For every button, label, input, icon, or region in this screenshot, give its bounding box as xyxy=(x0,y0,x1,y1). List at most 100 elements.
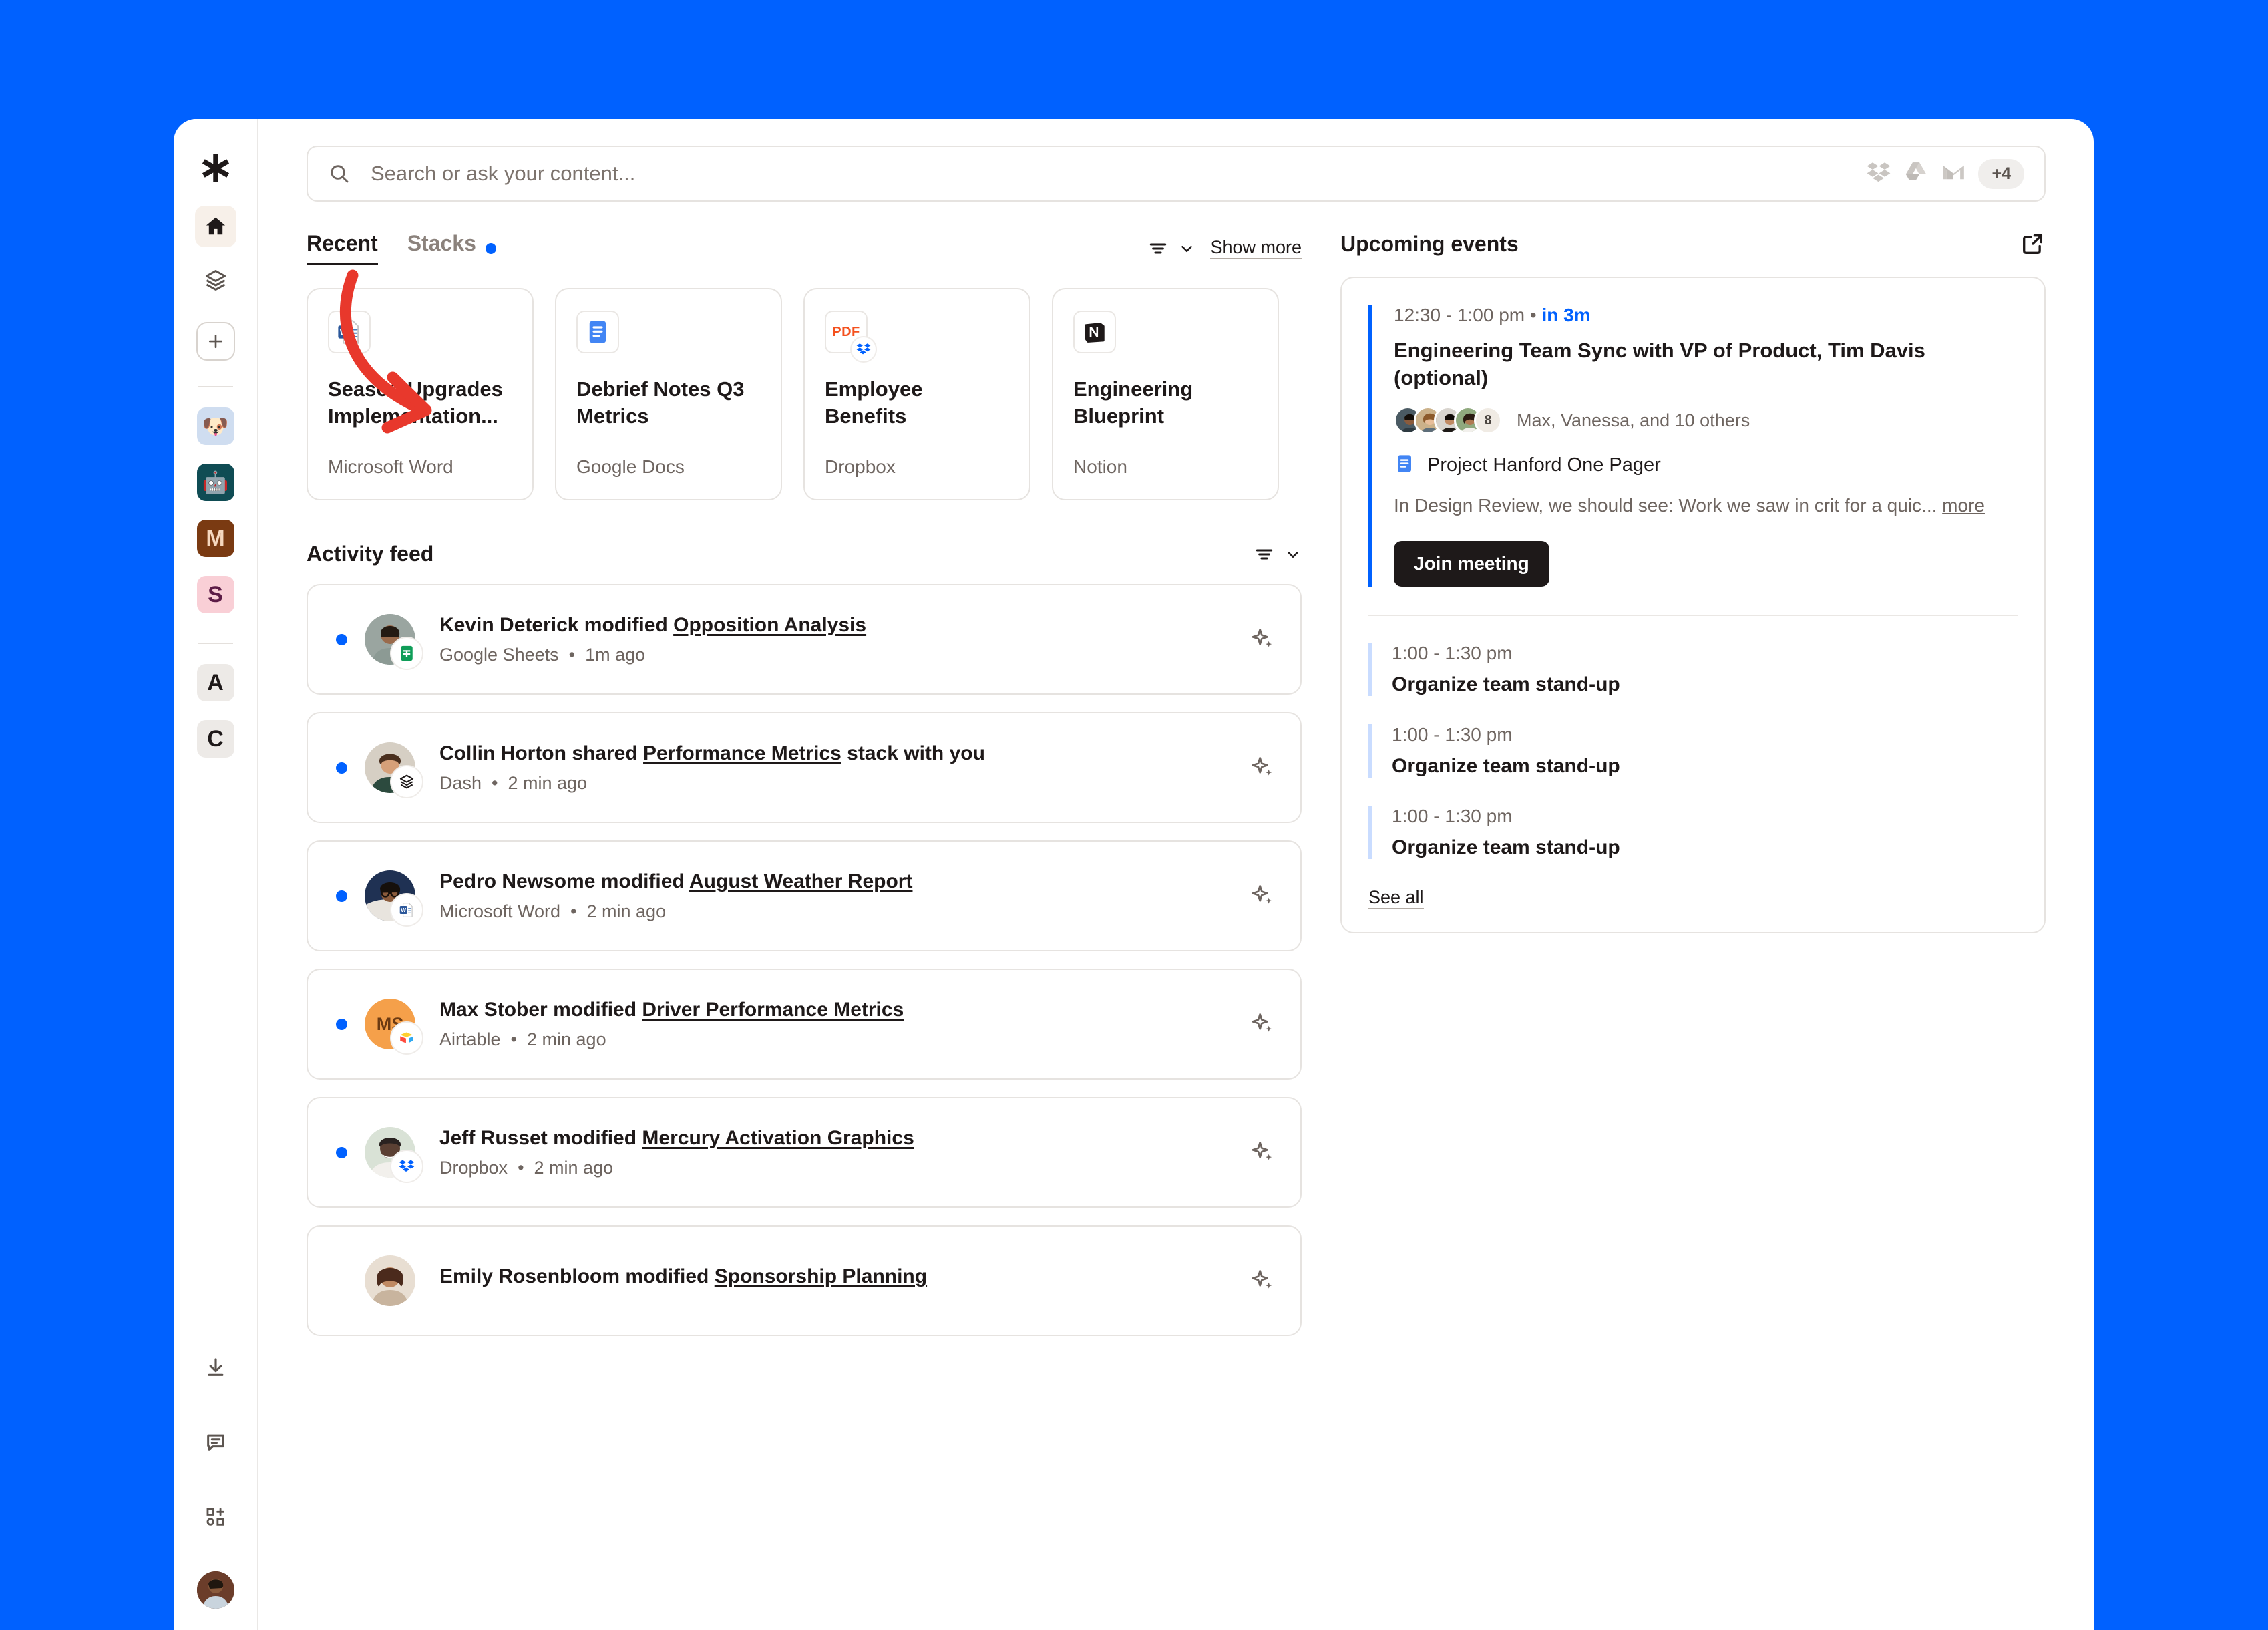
search-bar[interactable]: +4 xyxy=(307,146,2046,202)
dropbox-icon[interactable] xyxy=(1866,160,1891,188)
sidebar-item-home[interactable] xyxy=(194,206,236,247)
activity-text: Kevin Deterick modified Opposition Analy… xyxy=(439,614,1236,665)
gmail-icon[interactable] xyxy=(1941,160,1966,188)
sidebar-bottom-group xyxy=(195,1347,236,1630)
activity-feed-header: Activity feed xyxy=(307,542,1302,566)
unread-dot xyxy=(336,762,347,774)
google-drive-icon[interactable] xyxy=(1903,160,1929,188)
recent-card-title: Engineering Blueprint xyxy=(1073,377,1193,428)
tab-recent[interactable]: Recent xyxy=(307,231,378,265)
activity-headline: Kevin Deterick modified Opposition Analy… xyxy=(439,613,867,636)
sidebar-app-m[interactable]: M xyxy=(196,520,234,557)
see-all-link[interactable]: See all xyxy=(1368,887,1424,910)
recent-card[interactable]: W Season Upgrades Implementation... Micr… xyxy=(307,288,534,500)
left-column: Recent Stacks Show more W Season Upgrade… xyxy=(307,231,1302,1353)
events-panel: 12:30 - 1:00 pm • in 3m Engineering Team… xyxy=(1340,277,2046,934)
search-icon xyxy=(328,162,351,185)
activity-headline: Collin Horton shared Performance Metrics… xyxy=(439,742,985,764)
recent-card[interactable]: PDF Employee Benefits Dropbox xyxy=(803,288,1030,500)
activity-object-link[interactable]: August Weather Report xyxy=(689,870,912,892)
activity-row[interactable]: Jeff Russet modified Mercury Activation … xyxy=(307,1097,1302,1208)
recent-filter-button[interactable] xyxy=(1147,238,1195,259)
event-item-name: Organize team stand-up xyxy=(1392,836,1620,859)
unread-dot xyxy=(336,890,347,902)
stacks-new-dot xyxy=(485,242,496,254)
activity-row[interactable]: MS Max Stober modified Driver Performanc… xyxy=(307,969,1302,1080)
activity-row[interactable]: Kevin Deterick modified Opposition Analy… xyxy=(307,584,1302,695)
sidebar-app-s[interactable]: S xyxy=(196,576,234,613)
pdf-icon: PDF xyxy=(825,311,877,363)
tab-stacks[interactable]: Stacks xyxy=(407,231,476,263)
main-area: +4 Recent Stacks xyxy=(258,119,2094,1630)
activity-object-link[interactable]: Mercury Activation Graphics xyxy=(642,1127,914,1149)
chevron-down-icon xyxy=(1288,551,1298,558)
activity-text: Pedro Newsome modified August Weather Re… xyxy=(439,870,1236,922)
svg-text:W: W xyxy=(340,327,349,337)
sidebar-add-button[interactable] xyxy=(196,322,235,361)
activity-object-link[interactable]: Performance Metrics xyxy=(643,742,841,764)
sparkle-ai-icon[interactable] xyxy=(1250,626,1276,653)
activity-filter-button[interactable] xyxy=(1254,544,1302,565)
event-item-name: Organize team stand-up xyxy=(1392,755,1620,778)
events-header: Upcoming events xyxy=(1340,231,2046,257)
events-title: Upcoming events xyxy=(1340,231,1519,256)
featured-event-doc[interactable]: Project Hanford One Pager xyxy=(1394,453,2018,478)
activity-meta: Airtable • 2 min ago xyxy=(439,1029,606,1049)
featured-event-title: Engineering Team Sync with VP of Product… xyxy=(1394,339,1925,390)
dropbox-icon xyxy=(850,336,877,363)
attendee-avatars: 8 xyxy=(1394,406,1502,435)
featured-event-attendees: 8 Max, Vanessa, and 10 others xyxy=(1394,406,2018,435)
recent-card-source: Microsoft Word xyxy=(328,456,453,477)
avatar: W xyxy=(365,870,423,927)
show-more-link[interactable]: Show more xyxy=(1210,237,1302,259)
activity-headline: Max Stober modified Driver Performance M… xyxy=(439,998,904,1021)
avatar xyxy=(365,742,423,798)
sidebar-shortcut-c[interactable]: C xyxy=(196,720,234,758)
sidebar-app-robot[interactable]: 🤖 xyxy=(196,464,234,501)
recent-card-source: Google Docs xyxy=(576,456,685,477)
event-item[interactable]: 1:00 - 1:30 pm Organize team stand-up xyxy=(1368,643,2018,697)
activity-text: Collin Horton shared Performance Metrics… xyxy=(439,742,1236,794)
sparkle-ai-icon[interactable] xyxy=(1250,1139,1276,1166)
avatar xyxy=(365,1127,423,1183)
search-connected-apps: +4 xyxy=(1866,158,2024,189)
sparkle-ai-icon[interactable] xyxy=(1250,1267,1276,1294)
event-item[interactable]: 1:00 - 1:30 pm Organize team stand-up xyxy=(1368,724,2018,778)
search-input[interactable] xyxy=(371,162,1867,186)
apps-add-icon[interactable] xyxy=(195,1496,236,1538)
activity-headline: Jeff Russet modified Mercury Activation … xyxy=(439,1126,914,1149)
activity-object-link[interactable]: Driver Performance Metrics xyxy=(642,999,904,1021)
download-icon[interactable] xyxy=(195,1347,236,1388)
recent-tabs-actions: Show more xyxy=(1147,237,1302,259)
dash-asterisk-logo[interactable] xyxy=(196,148,236,188)
join-meeting-button[interactable]: Join meeting xyxy=(1394,541,1549,587)
more-apps-badge[interactable]: +4 xyxy=(1978,158,2024,189)
sparkle-ai-icon[interactable] xyxy=(1250,1011,1276,1037)
recent-card[interactable]: Engineering Blueprint Notion xyxy=(1052,288,1279,500)
more-link[interactable]: more xyxy=(1942,495,1985,516)
sidebar-shortcut-a[interactable]: A xyxy=(196,664,234,701)
activity-row[interactable]: W Pedro Newsome modified August Weather … xyxy=(307,840,1302,951)
recent-card-title: Season Upgrades Implementation... xyxy=(328,377,503,428)
sidebar-divider-top xyxy=(198,386,233,387)
activity-object-link[interactable]: Sponsorship Planning xyxy=(715,1265,927,1287)
google-docs-icon xyxy=(1394,453,1415,478)
activity-row[interactable]: Emily Rosenbloom modified Sponsorship Pl… xyxy=(307,1225,1302,1336)
feedback-icon[interactable] xyxy=(195,1422,236,1463)
avatar xyxy=(365,1255,415,1306)
activity-meta: Dash • 2 min ago xyxy=(439,772,588,793)
recent-tabs-row: Recent Stacks Show more xyxy=(307,231,1302,265)
open-external-icon[interactable] xyxy=(2020,231,2046,257)
avatar[interactable] xyxy=(196,1571,234,1609)
sparkle-ai-icon[interactable] xyxy=(1250,882,1276,909)
sidebar-app-dog[interactable]: 🐶 xyxy=(196,408,234,445)
activity-row[interactable]: Collin Horton shared Performance Metrics… xyxy=(307,712,1302,823)
sidebar-item-stacks[interactable] xyxy=(195,259,236,301)
featured-event[interactable]: 12:30 - 1:00 pm • in 3m Engineering Team… xyxy=(1368,305,2018,587)
activity-object-link[interactable]: Opposition Analysis xyxy=(673,614,866,636)
sparkle-ai-icon[interactable] xyxy=(1250,754,1276,781)
recent-card[interactable]: Debrief Notes Q3 Metrics Google Docs xyxy=(555,288,782,500)
activity-headline: Pedro Newsome modified August Weather Re… xyxy=(439,870,913,892)
left-sidebar: 🐶 🤖 M S A C xyxy=(174,119,258,1630)
event-item[interactable]: 1:00 - 1:30 pm Organize team stand-up xyxy=(1368,806,2018,860)
